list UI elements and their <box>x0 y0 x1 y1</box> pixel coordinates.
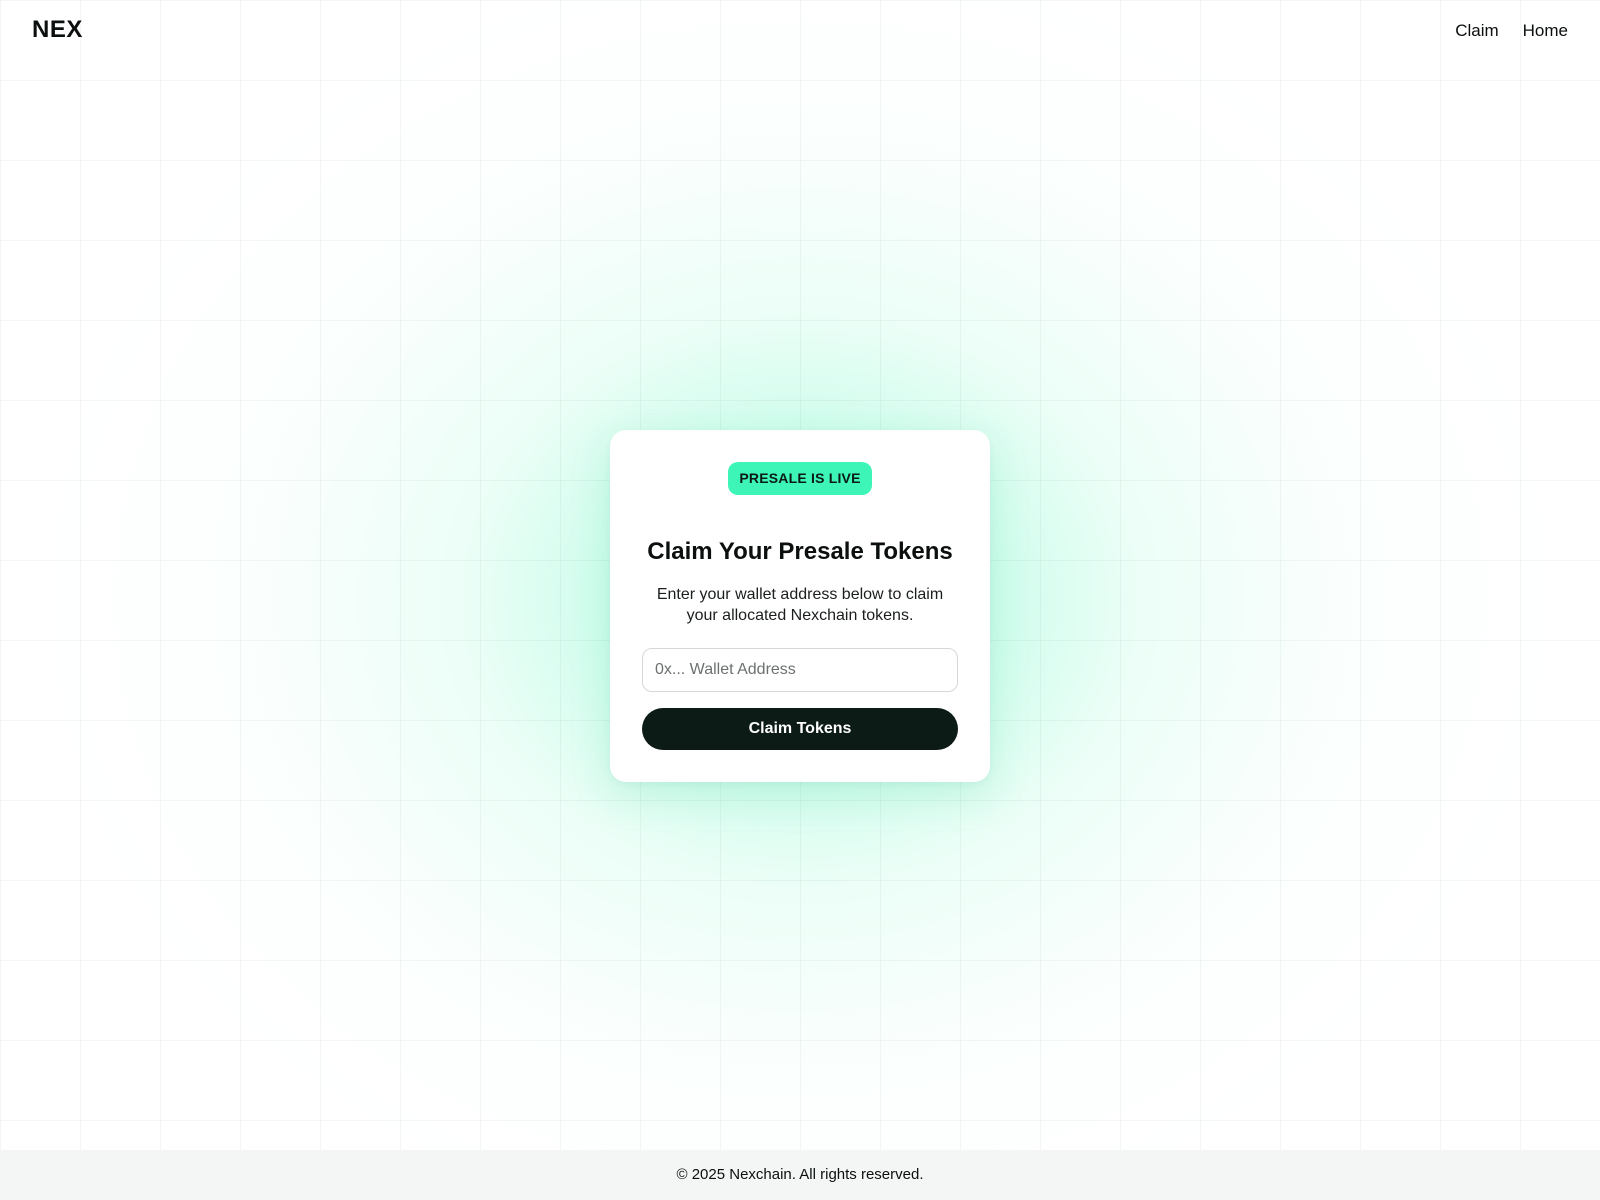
top-header: NEX Claim Home <box>0 0 1600 62</box>
nav-link-home[interactable]: Home <box>1523 21 1568 41</box>
copyright-text: © 2025 Nexchain. All rights reserved. <box>676 1166 924 1183</box>
page-footer: © 2025 Nexchain. All rights reserved. <box>0 1150 1600 1200</box>
wallet-address-input[interactable] <box>642 648 958 692</box>
claim-card: PRESALE IS LIVE Claim Your Presale Token… <box>610 430 990 782</box>
card-description: Enter your wallet address below to claim… <box>656 586 944 624</box>
nav-link-claim[interactable]: Claim <box>1455 21 1498 41</box>
card-title: Claim Your Presale Tokens <box>647 538 953 565</box>
presale-status-badge: PRESALE IS LIVE <box>728 462 872 495</box>
claim-tokens-button[interactable]: Claim Tokens <box>642 708 958 750</box>
main-nav: Claim Home <box>1455 21 1568 41</box>
logo[interactable]: NEX <box>32 16 83 44</box>
